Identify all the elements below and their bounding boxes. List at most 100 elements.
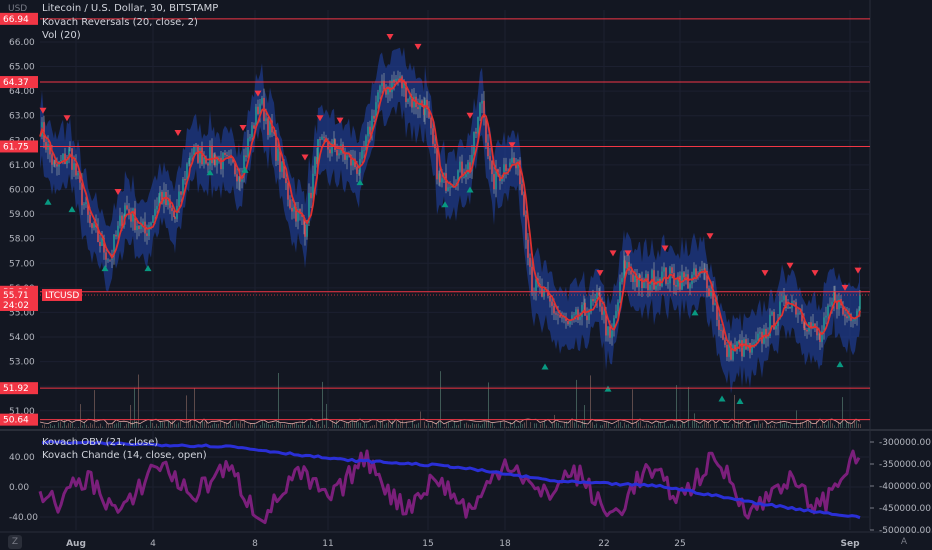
volume-bar <box>452 426 453 428</box>
volume-bar <box>176 424 177 428</box>
volume-bar <box>228 425 229 428</box>
volume-bar <box>90 422 91 428</box>
volume-bar <box>580 425 581 428</box>
volume-bar <box>68 423 69 428</box>
volume-bar <box>770 424 771 428</box>
volume-bar <box>676 385 677 428</box>
volume-bar <box>798 427 799 428</box>
candle-body <box>182 178 184 195</box>
candle-body <box>64 153 66 165</box>
legend-indicator-1[interactable]: Kovach Reversals (20, close, 2) <box>42 17 198 28</box>
volume-bar <box>586 425 587 428</box>
candle-body <box>596 292 598 299</box>
volume-bar <box>96 426 97 428</box>
legend-obv[interactable]: Kovach OBV (21, close) <box>42 437 158 448</box>
candle-body <box>432 128 434 144</box>
symbol-title[interactable]: Litecoin / U.S. Dollar, 30, BITSTAMP <box>42 3 218 14</box>
candle-body <box>561 317 563 319</box>
candle-body <box>346 155 348 160</box>
candle-body <box>797 313 799 315</box>
candle-body <box>136 225 138 231</box>
volume-bar <box>336 420 337 428</box>
volume-bar <box>670 424 671 428</box>
volume-bar <box>226 423 227 428</box>
candle-body <box>56 164 58 167</box>
price-tick-label: 60.00 <box>9 185 35 195</box>
candle-body <box>732 344 734 360</box>
volume-bar <box>294 423 295 428</box>
volume-bar <box>322 381 323 428</box>
candle-body <box>285 178 287 184</box>
candle-body <box>409 96 411 100</box>
volume-bar <box>188 421 189 428</box>
zoom-icon[interactable]: Z <box>8 535 22 549</box>
volume-bar <box>352 420 353 428</box>
candle-body <box>60 159 62 162</box>
candle-body <box>154 209 156 216</box>
candle-body <box>611 330 613 338</box>
volume-bar <box>536 423 537 428</box>
volume-bar <box>842 397 843 428</box>
volume-bar <box>54 424 55 428</box>
legend-title-line: Litecoin / U.S. Dollar, 30, BITSTAMP <box>42 3 218 14</box>
candle-body <box>827 305 829 316</box>
candle-body <box>634 276 636 282</box>
candle-body <box>109 259 111 261</box>
bar-countdown-label: 24:02 <box>3 301 29 311</box>
volume-bar <box>372 425 373 428</box>
candle-body <box>463 176 465 178</box>
candle-body <box>819 333 821 342</box>
candle-body <box>159 191 161 197</box>
volume-bar <box>342 426 343 428</box>
candle-body <box>615 311 617 319</box>
volume-bar <box>108 423 109 428</box>
candle-body <box>184 178 186 181</box>
volume-bar <box>270 424 271 428</box>
legend-chande[interactable]: Kovach Chande (14, close, open) <box>42 450 207 461</box>
candle-body <box>83 203 85 206</box>
candle-body <box>124 205 126 216</box>
volume-bar <box>608 422 609 428</box>
volume-bar <box>428 423 429 428</box>
price-tick-label: 64.00 <box>9 87 35 97</box>
volume-bar <box>296 422 297 428</box>
volume-bar <box>58 422 59 428</box>
price-chart[interactable]: 66.0065.0064.0063.0062.0061.0060.0059.00… <box>0 0 932 550</box>
candle-body <box>513 157 515 164</box>
volume-bar <box>764 427 765 428</box>
volume-bar <box>370 426 371 428</box>
legend-indicator-2[interactable]: Vol (20) <box>42 30 81 41</box>
volume-bar <box>52 426 53 428</box>
candle-body <box>319 139 321 141</box>
volume-bar <box>818 426 819 428</box>
time-tick-label: 8 <box>252 539 258 549</box>
volume-bar <box>642 426 643 428</box>
candle-body <box>473 131 475 155</box>
reversal-down-signal <box>786 262 794 269</box>
volume-bar <box>508 426 509 428</box>
candle-body <box>588 312 590 321</box>
candle-body <box>224 152 226 155</box>
candle-body <box>379 86 381 93</box>
candle-body <box>363 149 365 151</box>
candle-body <box>846 316 848 319</box>
volume-bar <box>310 421 311 428</box>
volume-bar <box>506 426 507 428</box>
volume-bar <box>308 425 309 428</box>
volume-bar <box>584 405 585 428</box>
candle-body <box>531 266 533 292</box>
candle-body <box>577 309 579 320</box>
time-tick-label: 22 <box>598 539 609 549</box>
volume-bar <box>62 426 63 428</box>
volume-bar <box>384 424 385 428</box>
auto-scale-icon[interactable]: A <box>897 535 911 549</box>
volume-bar <box>48 426 49 428</box>
volume-bar <box>324 424 325 428</box>
obv-tick-label: -450000.00 <box>879 504 931 514</box>
volume-bar <box>238 423 239 428</box>
candle-body <box>551 301 553 306</box>
candle-body <box>626 262 628 269</box>
candle-body <box>138 225 140 230</box>
price-tick-label: 53.00 <box>9 358 35 368</box>
volume-bar <box>852 424 853 428</box>
